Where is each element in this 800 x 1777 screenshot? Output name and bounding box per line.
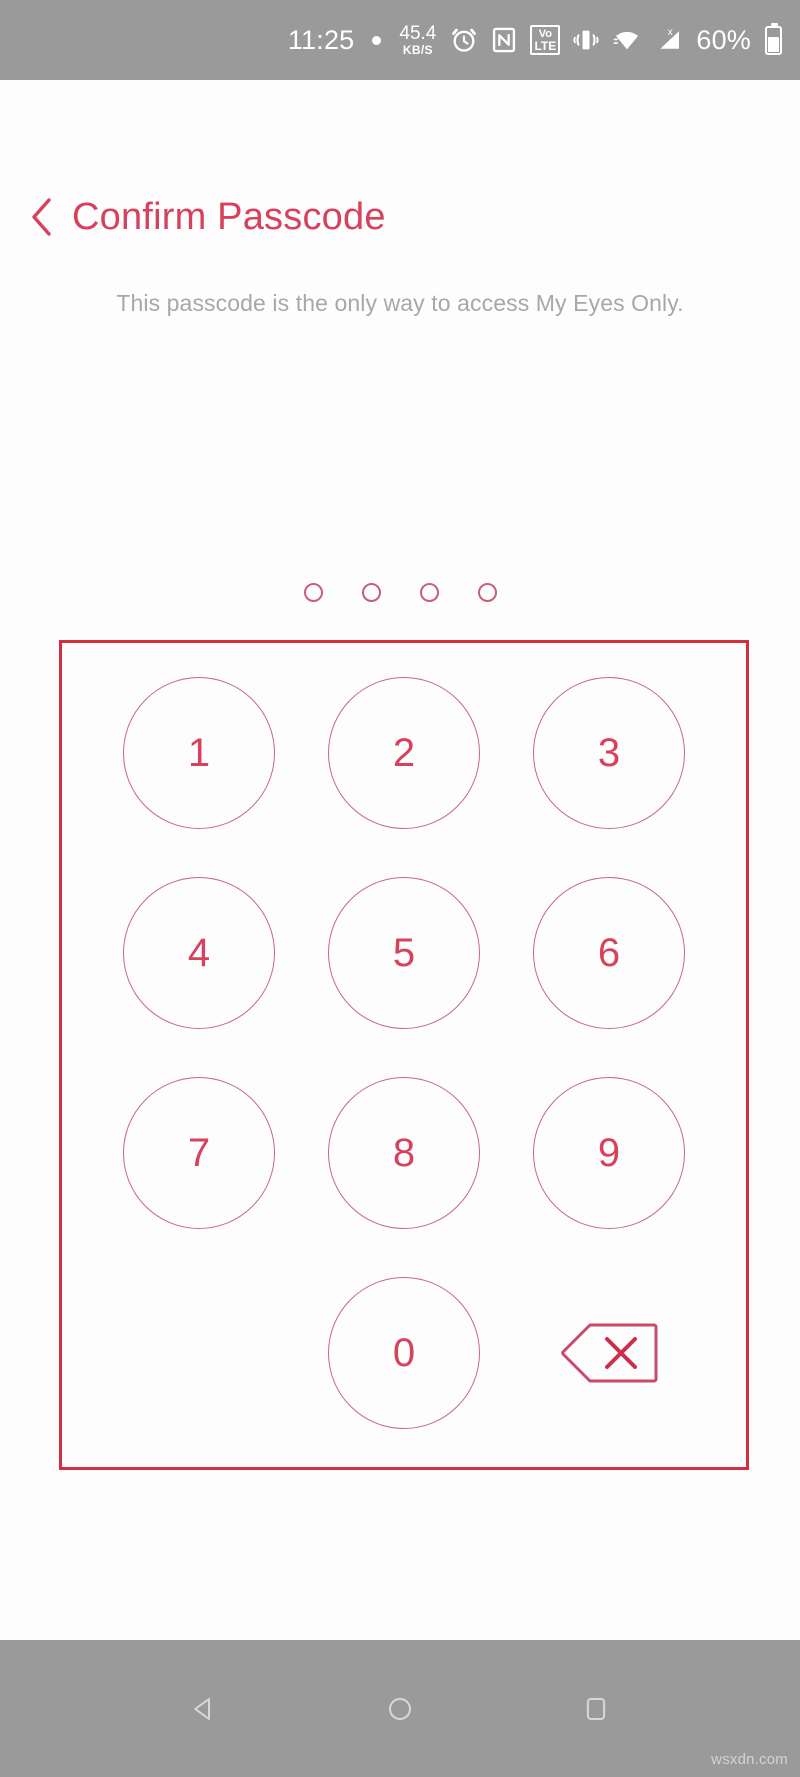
keypad-cell: 2 [302,677,507,829]
phone-screen: 11:25 45.4 KB/S Vo LTE x 60% Confirm Pas… [0,0,800,1777]
keypad-cell: 6 [507,877,712,1029]
alarm-icon [450,24,478,56]
page-header: Confirm Passcode [26,196,386,238]
keypad-key-5[interactable]: 5 [328,877,480,1029]
recents-square-icon[interactable] [573,1686,619,1732]
passcode-dot-1 [303,583,323,602]
battery-percent-label: 60% [696,24,751,55]
network-speed-indicator: 45.4 KB/S [399,24,436,56]
network-speed-value: 45.4 [399,23,437,45]
svg-text:x: x [668,27,673,38]
keypad-cell: 4 [97,877,302,1029]
volte-icon: Vo LTE [530,24,561,56]
status-bar: 11:25 45.4 KB/S Vo LTE x 60% [0,0,800,80]
keypad-key-0[interactable]: 0 [328,1277,480,1429]
volte-label-top: Vo [538,27,552,40]
keypad-cell [507,1316,712,1390]
numeric-keypad: 1 2 3 4 5 6 7 8 9 0 [59,640,749,1470]
keypad-row-3: 7 8 9 [62,1053,746,1253]
volte-label-bottom: LTE [534,38,557,53]
keypad-cell: 0 [302,1277,507,1429]
home-circle-icon[interactable] [377,1686,423,1732]
recording-dot-icon [372,35,382,45]
wifi-icon [612,24,642,56]
keypad-cell: 7 [97,1077,302,1229]
keypad-key-4[interactable]: 4 [123,877,275,1029]
keypad-cell: 9 [507,1077,712,1229]
backspace-icon[interactable] [554,1316,664,1390]
keypad-cell: 5 [302,877,507,1029]
keypad-row-1: 1 2 3 [62,653,746,853]
keypad-key-7[interactable]: 7 [123,1077,275,1229]
android-navigation-bar: wsxdn.com [0,1640,800,1777]
keypad-key-2[interactable]: 2 [328,677,480,829]
keypad-row-4: 0 [62,1253,746,1453]
keypad-cell-empty [97,1277,302,1429]
passcode-dot-3 [419,583,439,602]
page-title: Confirm Passcode [72,196,386,238]
passcode-dot-2 [361,583,381,602]
keypad-key-1[interactable]: 1 [123,677,275,829]
signal-icon: x [654,24,684,56]
back-chevron-icon[interactable] [26,196,56,238]
keypad-key-8[interactable]: 8 [328,1077,480,1229]
status-bar-clock: 11:25 [287,24,355,55]
passcode-description: This passcode is the only way to access … [116,290,684,316]
keypad-key-6[interactable]: 6 [533,877,685,1029]
passcode-dot-indicator [0,583,800,602]
keypad-blank-slot [97,1277,302,1429]
back-triangle-icon[interactable] [181,1686,227,1732]
keypad-cell: 1 [97,677,302,829]
keypad-key-3[interactable]: 3 [533,677,685,829]
keypad-cell: 8 [302,1077,507,1229]
vibrate-icon [572,24,600,56]
site-watermark: wsxdn.com [711,1751,788,1768]
battery-icon [765,22,782,55]
keypad-cell: 3 [507,677,712,829]
keypad-row-2: 4 5 6 [62,853,746,1053]
network-speed-unit: KB/S [402,42,433,57]
nfc-icon [490,24,518,56]
keypad-key-9[interactable]: 9 [533,1077,685,1229]
passcode-dot-4 [477,583,497,602]
